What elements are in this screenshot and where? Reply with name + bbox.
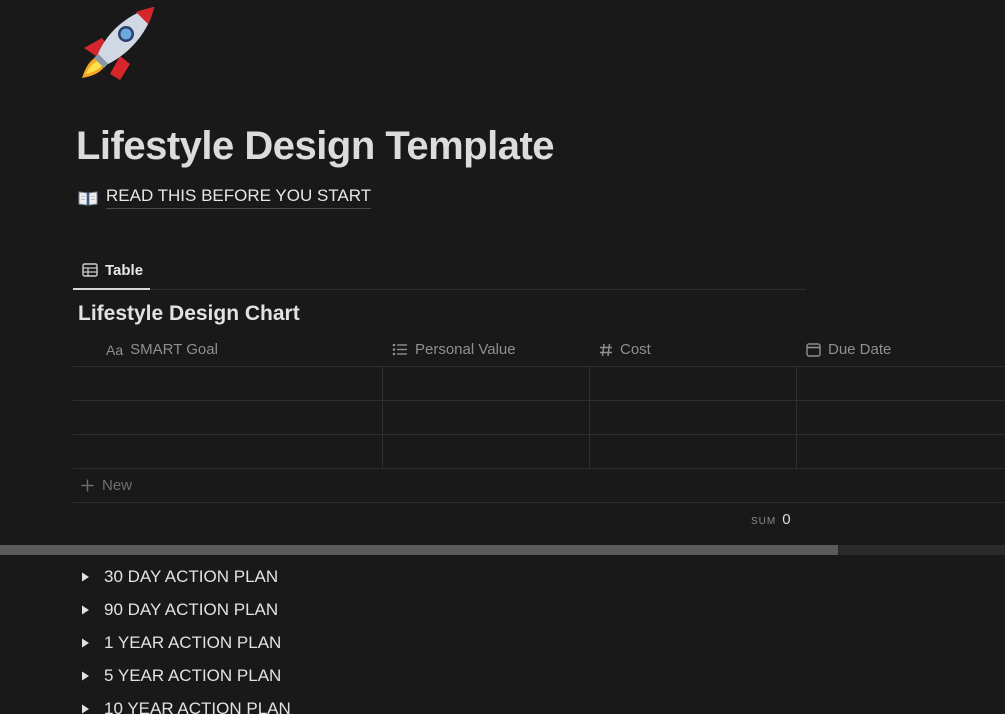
cell-due-date[interactable] <box>797 401 1005 434</box>
toggle-5-year-action-plan[interactable]: 5 YEAR ACTION PLAN <box>78 659 291 692</box>
toggle-triangle-icon[interactable] <box>78 603 92 617</box>
column-header-cost[interactable]: Cost <box>590 333 797 366</box>
table-header: Aa SMART Goal Personal Value Cost Due Da… <box>73 333 1005 367</box>
tab-table-label: Table <box>105 261 144 279</box>
toggle-triangle-icon[interactable] <box>78 636 92 650</box>
cost-sum[interactable]: SUM 0 <box>751 511 791 528</box>
calendar-icon <box>806 342 821 357</box>
table-row[interactable] <box>73 435 1005 469</box>
tab-table[interactable]: Table <box>73 252 150 290</box>
toggle-label: 5 YEAR ACTION PLAN <box>104 665 282 685</box>
cell-personal-value[interactable] <box>383 401 590 434</box>
cell-cost[interactable] <box>590 367 797 400</box>
column-header-personal-value[interactable]: Personal Value <box>383 333 590 366</box>
calculation-row: SUM 0 <box>73 503 1005 537</box>
read-before-start-link[interactable]: READ THIS BEFORE YOU START <box>78 186 372 209</box>
toggle-triangle-icon[interactable] <box>78 702 92 714</box>
cell-due-date[interactable] <box>797 435 1005 468</box>
hash-icon <box>600 343 612 356</box>
toggle-triangle-icon[interactable] <box>78 570 92 584</box>
toggle-10-year-action-plan[interactable]: 10 YEAR ACTION PLAN <box>78 692 291 714</box>
toggle-90-day-action-plan[interactable]: 90 DAY ACTION PLAN <box>78 593 291 626</box>
cell-personal-value[interactable] <box>383 435 590 468</box>
text-property-icon: Aa <box>106 341 124 358</box>
view-tabs: Table <box>73 252 806 290</box>
horizontal-scrollbar[interactable] <box>0 545 1005 555</box>
column-label: Personal Value <box>415 341 516 358</box>
table-row[interactable] <box>73 401 1005 435</box>
plus-icon <box>81 479 94 492</box>
rocket-icon[interactable] <box>76 4 158 82</box>
open-book-icon <box>78 190 98 206</box>
column-label: Cost <box>620 341 651 358</box>
page: Lifestyle Design Template READ THIS BEFO… <box>0 0 1005 714</box>
column-header-smart-goal[interactable]: Aa SMART Goal <box>73 333 383 366</box>
cell-cost[interactable] <box>590 401 797 434</box>
cell-personal-value[interactable] <box>383 367 590 400</box>
cell-smart-goal[interactable] <box>73 435 383 468</box>
database-title[interactable]: Lifestyle Design Chart <box>78 302 300 326</box>
table-row[interactable] <box>73 367 1005 401</box>
new-row-label: New <box>102 477 133 494</box>
column-header-due-date[interactable]: Due Date <box>797 333 1005 366</box>
page-title[interactable]: Lifestyle Design Template <box>76 124 555 169</box>
toggle-list: 30 DAY ACTION PLAN 90 DAY ACTION PLAN 1 … <box>78 560 291 714</box>
toggle-1-year-action-plan[interactable]: 1 YEAR ACTION PLAN <box>78 626 291 659</box>
toggle-label: 90 DAY ACTION PLAN <box>104 599 279 619</box>
sum-value: 0 <box>782 511 791 528</box>
scrollbar-thumb[interactable] <box>0 545 838 555</box>
list-icon <box>392 343 407 356</box>
add-new-row-button[interactable]: New <box>73 469 1005 503</box>
cell-due-date[interactable] <box>797 367 1005 400</box>
toggle-label: 1 YEAR ACTION PLAN <box>104 632 282 652</box>
read-before-start-label: READ THIS BEFORE YOU START <box>106 186 372 209</box>
sum-label: SUM <box>751 516 777 527</box>
toggle-label: 10 YEAR ACTION PLAN <box>104 698 291 714</box>
column-label: SMART Goal <box>130 341 218 358</box>
toggle-triangle-icon[interactable] <box>78 669 92 683</box>
cell-smart-goal[interactable] <box>73 401 383 434</box>
toggle-label: 30 DAY ACTION PLAN <box>104 566 279 586</box>
toggle-30-day-action-plan[interactable]: 30 DAY ACTION PLAN <box>78 560 291 593</box>
cell-smart-goal[interactable] <box>73 367 383 400</box>
cell-cost[interactable] <box>590 435 797 468</box>
table-icon <box>82 263 98 277</box>
column-label: Due Date <box>828 341 892 358</box>
database-table: Aa SMART Goal Personal Value Cost Due Da… <box>73 333 1005 537</box>
